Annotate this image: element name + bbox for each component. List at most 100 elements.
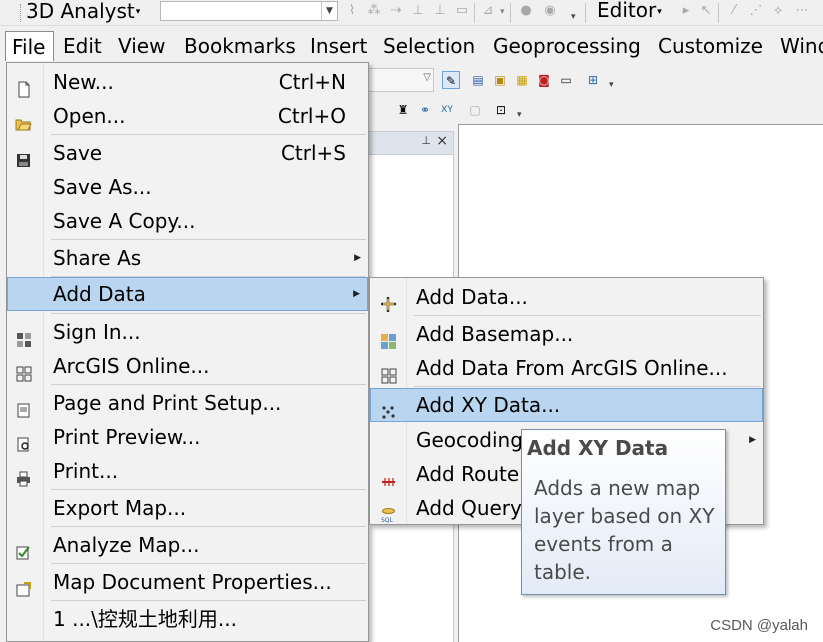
toolbar-divider bbox=[718, 3, 719, 23]
open-folder-icon bbox=[15, 108, 32, 131]
contour-icon[interactable]: ⌇ bbox=[344, 3, 360, 19]
menu-item-save-as[interactable]: Save As... bbox=[7, 170, 368, 204]
toolbar-options-icon[interactable]: ▾ bbox=[571, 12, 576, 22]
menu-item-label: Page and Print Setup... bbox=[53, 391, 282, 415]
straight-segment-icon[interactable]: ⁄ bbox=[726, 3, 742, 19]
analyze-check-icon bbox=[15, 537, 32, 560]
submenu-item-add-xy-data[interactable]: Add XY Data... bbox=[370, 388, 763, 422]
tooltip-title: Add XY Data bbox=[527, 436, 669, 460]
go-to-xy-icon[interactable]: XY bbox=[438, 101, 456, 119]
add-data-plus-icon bbox=[380, 289, 397, 312]
menu-insert[interactable]: Insert bbox=[310, 31, 367, 61]
menu-edit[interactable]: Edit bbox=[63, 31, 102, 61]
menu-item-export-map[interactable]: Export Map... bbox=[7, 491, 368, 525]
table-of-contents-icon[interactable]: ▤ bbox=[469, 71, 487, 89]
menu-item-print[interactable]: Print... bbox=[7, 454, 368, 488]
edit-tool-icon[interactable]: ▸ bbox=[678, 3, 694, 19]
menu-item-save-a-copy[interactable]: Save A Copy... bbox=[7, 204, 368, 238]
toolbar-options-icon[interactable]: ▾ bbox=[517, 110, 522, 120]
submenu-item-add-data[interactable]: Add Data... bbox=[370, 280, 763, 314]
arcglobe-icon[interactable]: ◉ bbox=[542, 3, 558, 19]
menu-item-label: Sign In... bbox=[53, 320, 141, 344]
menu-customize[interactable]: Customize bbox=[658, 31, 763, 61]
menu-item-recent-file-1[interactable]: 1 ...\控规土地利用... bbox=[7, 602, 368, 636]
menu-item-analyze-map[interactable]: Analyze Map... bbox=[7, 528, 368, 562]
toolbar-divider bbox=[510, 3, 511, 23]
menu-geoprocessing[interactable]: Geoprocessing bbox=[493, 31, 641, 61]
arctoolbox-icon[interactable]: ◙ bbox=[535, 71, 553, 89]
menu-item-open[interactable]: Open... Ctrl+O bbox=[7, 99, 368, 133]
search-window-icon[interactable]: ▦ bbox=[513, 71, 531, 89]
submenu-item-add-basemap[interactable]: Add Basemap... bbox=[370, 317, 763, 351]
menu-item-new[interactable]: New... Ctrl+N bbox=[7, 65, 368, 99]
editor-toolbar-icon[interactable]: ✎ bbox=[442, 71, 460, 89]
chevron-down-icon[interactable]: ▾ bbox=[500, 7, 505, 17]
editor-toolbar-dropdown[interactable]: Editor▾ bbox=[597, 0, 662, 22]
menu-item-label: Save bbox=[53, 141, 103, 165]
arcscene-icon[interactable]: ● bbox=[518, 3, 534, 19]
chevron-down-icon: ▾ bbox=[135, 7, 141, 17]
chevron-down-icon: ▾ bbox=[657, 6, 662, 17]
find-route-icon[interactable]: ⚭ bbox=[416, 101, 434, 119]
toolbar-grip[interactable] bbox=[20, 3, 22, 22]
toolbar-options-icon[interactable]: ▾ bbox=[609, 80, 614, 90]
menu-item-label: Add Basemap... bbox=[416, 322, 574, 346]
menu-item-share-as[interactable]: Share As ▶ bbox=[7, 241, 368, 275]
menu-item-label: Save A Copy... bbox=[53, 209, 196, 233]
menu-item-add-data[interactable]: Add Data ▶ bbox=[7, 277, 368, 311]
find-icon[interactable]: ♜ bbox=[394, 101, 412, 119]
menu-item-label: Export Map... bbox=[53, 496, 187, 520]
menu-item-arcgis-online[interactable]: ArcGIS Online... bbox=[7, 349, 368, 383]
menu-bookmarks[interactable]: Bookmarks bbox=[184, 31, 296, 61]
menu-separator bbox=[51, 600, 366, 601]
point-icon[interactable]: ⟡ bbox=[770, 3, 786, 19]
menu-item-page-print-setup[interactable]: Page and Print Setup... bbox=[7, 386, 368, 420]
top-toolbar: 3D Analyst▾ ▼ ⌇ ⁂ ⇢ ⊥ ⊥ ▭ ⊿ ▾ ● ◉ ▾ Edit… bbox=[0, 0, 823, 26]
menu-item-print-preview[interactable]: Print Preview... bbox=[7, 420, 368, 454]
file-menu: New... Ctrl+N Open... Ctrl+O Save Ctrl+S… bbox=[6, 62, 369, 642]
line-of-sight-icon[interactable]: ⇢ bbox=[388, 3, 404, 19]
edit-annotation-icon[interactable]: ↖ bbox=[698, 3, 714, 19]
menu-item-save[interactable]: Save Ctrl+S bbox=[7, 136, 368, 170]
catalog-icon[interactable]: ▣ bbox=[491, 71, 509, 89]
scale-combo[interactable]: ▽ bbox=[368, 68, 434, 92]
steepest-path-icon[interactable]: ⁂ bbox=[366, 3, 382, 19]
interpolate-polygon-icon[interactable]: ▭ bbox=[454, 3, 470, 19]
modelbuilder-icon[interactable]: ⊞ bbox=[584, 71, 602, 89]
menu-separator bbox=[51, 134, 366, 135]
measure-icon[interactable]: ▢ bbox=[466, 101, 484, 119]
vertex-icon[interactable]: ⋯ bbox=[794, 3, 810, 19]
close-icon[interactable]: × bbox=[436, 133, 448, 149]
submenu-item-add-data-from-arcgis-online[interactable]: Add Data From ArcGIS Online... bbox=[370, 351, 763, 385]
menu-windows[interactable]: Wind bbox=[780, 31, 823, 61]
chevron-down-icon[interactable]: ▽ bbox=[423, 72, 431, 83]
menu-view[interactable]: View bbox=[118, 31, 165, 61]
tooltip-add-xy-data: Add XY Data Adds a new map layer based o… bbox=[521, 429, 726, 595]
menu-separator bbox=[51, 489, 366, 490]
menu-item-sign-in[interactable]: Sign In... bbox=[7, 315, 368, 349]
menu-item-label: Print Preview... bbox=[53, 425, 201, 449]
map-properties-icon bbox=[15, 574, 32, 597]
layer-combo[interactable]: ▼ bbox=[160, 1, 338, 21]
menu-file[interactable]: File bbox=[5, 31, 54, 61]
pin-icon[interactable]: ⊥ bbox=[421, 134, 431, 147]
trace-icon[interactable]: ⋰ bbox=[748, 3, 764, 19]
3d-analyst-label: 3D Analyst bbox=[26, 0, 135, 23]
menu-item-label: ArcGIS Online... bbox=[53, 354, 210, 378]
printer-icon bbox=[15, 463, 32, 487]
interpolate-point-icon[interactable]: ⊥ bbox=[410, 3, 426, 19]
python-window-icon[interactable]: ▭ bbox=[557, 71, 575, 89]
menu-item-label: Open... bbox=[53, 104, 126, 128]
magnifier-window-icon[interactable]: ⊡ bbox=[492, 101, 510, 119]
menu-item-label: Print... bbox=[53, 459, 119, 483]
chevron-down-icon[interactable]: ▼ bbox=[321, 2, 337, 20]
menu-selection[interactable]: Selection bbox=[383, 31, 475, 61]
xy-data-icon bbox=[380, 397, 397, 419]
menu-separator bbox=[414, 386, 761, 387]
interpolate-line-icon[interactable]: ⊥ bbox=[432, 3, 448, 19]
profile-graph-icon[interactable]: ⊿ bbox=[480, 3, 496, 19]
menu-item-map-document-properties[interactable]: Map Document Properties... bbox=[7, 565, 368, 599]
3d-analyst-toolbar-dropdown[interactable]: 3D Analyst▾ bbox=[0, 0, 140, 26]
submenu-arrow-icon: ▶ bbox=[749, 435, 756, 445]
submenu-arrow-icon: ▶ bbox=[353, 289, 360, 299]
